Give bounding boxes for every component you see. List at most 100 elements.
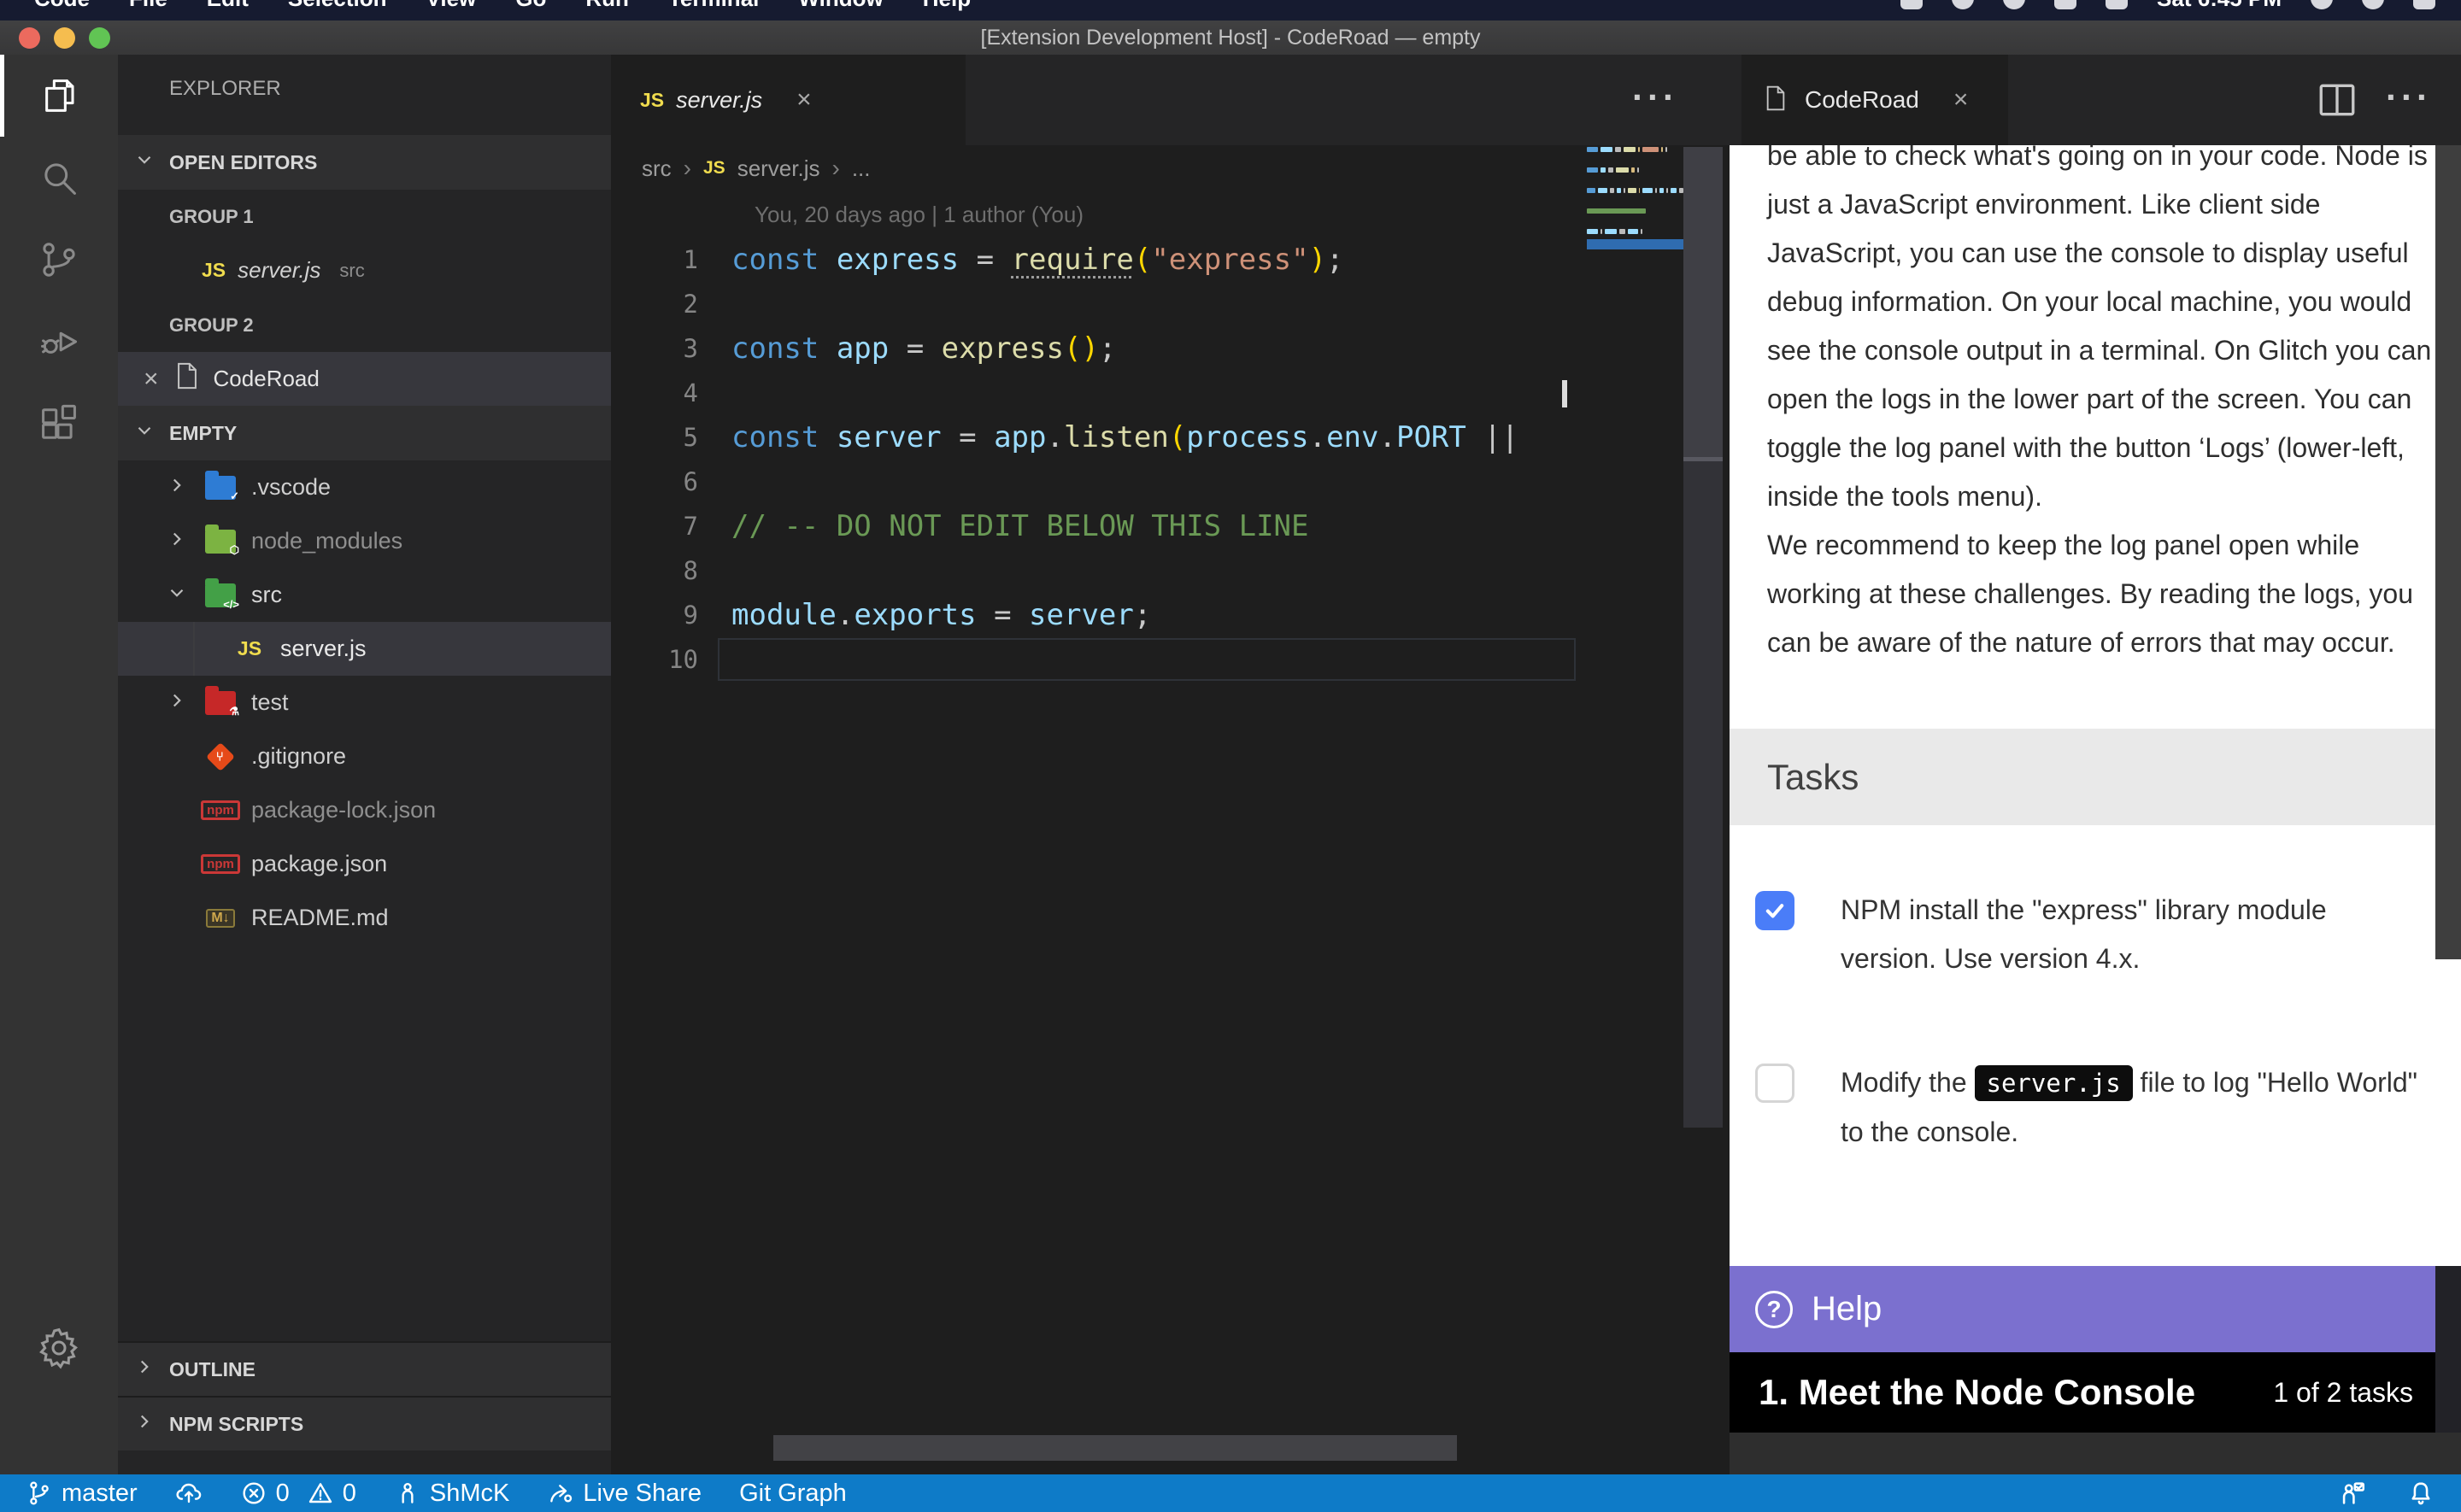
tree-item-src[interactable]: </> src xyxy=(118,568,611,622)
problems-status[interactable]: 0 0 xyxy=(240,1480,356,1508)
menu-item-edit[interactable]: Edit xyxy=(207,0,249,12)
menubar-status-icon[interactable] xyxy=(2054,0,2076,9)
tree-item-serverjs[interactable]: JS server.js xyxy=(118,622,611,676)
menubar-clock[interactable]: Sat 6:45 PM xyxy=(2157,0,2282,12)
git-branch-status[interactable]: master xyxy=(26,1480,138,1508)
code-line[interactable]: 9module.exports = server; xyxy=(611,593,1730,637)
open-editor-item-serverjs[interactable]: JS server.js src xyxy=(118,243,611,297)
menubar-status-icon[interactable] xyxy=(1900,0,1923,9)
outline-section-header[interactable]: OUTLINE xyxy=(118,1341,611,1396)
run-debug-icon[interactable] xyxy=(0,301,118,383)
minimap-line xyxy=(1587,188,1683,193)
settings-gear-icon[interactable] xyxy=(0,1307,118,1389)
open-editors-header[interactable]: OPEN EDITORS xyxy=(118,135,611,190)
breadcrumb-file[interactable]: server.js xyxy=(737,155,820,182)
help-bar[interactable]: ? Help xyxy=(1730,1266,2461,1352)
menu-item-code[interactable]: Code xyxy=(34,0,90,12)
code-line[interactable]: 7// -- DO NOT EDIT BELOW THIS LINE xyxy=(611,504,1730,548)
code-line[interactable]: 1const express = require("express"); xyxy=(611,237,1730,282)
close-icon[interactable]: × xyxy=(144,365,159,394)
tree-item-vscode[interactable]: ✓ .vscode xyxy=(118,460,611,514)
panel-bottom-strip xyxy=(1730,1433,2461,1474)
code-text: const server = app.listen(process.env.PO… xyxy=(731,420,1518,454)
menubar-siri-icon[interactable] xyxy=(2362,0,2384,9)
tree-item-test[interactable]: ⚗ test xyxy=(118,676,611,730)
indent-guide xyxy=(193,622,195,676)
tree-item-package-json[interactable]: npm package.json xyxy=(118,837,611,891)
line-number: 9 xyxy=(611,601,698,630)
breadcrumb-folder[interactable]: src xyxy=(642,155,672,182)
tab-label: server.js xyxy=(676,87,762,114)
menu-item-run[interactable]: Run xyxy=(585,0,629,12)
menubar-status-icon[interactable] xyxy=(1952,0,1974,9)
vscode-folder-icon: ✓ xyxy=(203,473,238,502)
menu-item-help[interactable]: Help xyxy=(923,0,971,12)
tree-item-node-modules[interactable]: ⬡ node_modules xyxy=(118,514,611,568)
check-icon xyxy=(1763,899,1787,923)
more-actions-icon[interactable]: ··· xyxy=(2386,55,2432,145)
search-icon[interactable] xyxy=(0,137,118,219)
close-icon[interactable]: × xyxy=(796,85,812,114)
tree-item-readme[interactable]: M↓ README.md xyxy=(118,891,611,945)
menubar-status-icon[interactable] xyxy=(2003,0,2025,9)
menu-item-view[interactable]: View xyxy=(426,0,477,12)
code-line[interactable]: 10 xyxy=(611,637,1730,682)
code-line[interactable]: 8 xyxy=(611,548,1730,593)
person-icon xyxy=(394,1480,421,1507)
line-number: 1 xyxy=(611,245,698,274)
menu-item-file[interactable]: File xyxy=(129,0,167,12)
liveshare-button[interactable]: Live Share xyxy=(547,1480,702,1508)
code-line[interactable]: 5const server = app.listen(process.env.P… xyxy=(611,415,1730,460)
chevron-right-icon xyxy=(166,689,188,716)
more-actions-icon[interactable]: ··· xyxy=(1632,55,1678,145)
task-checkbox-checked[interactable] xyxy=(1755,891,1794,930)
open-editor-item-coderoad[interactable]: × CodeRoad xyxy=(118,352,611,406)
minimap-line xyxy=(1587,167,1683,173)
breadcrumb-separator: › xyxy=(684,155,691,182)
code-line[interactable]: 6 xyxy=(611,460,1730,504)
git-graph-button[interactable]: Git Graph xyxy=(739,1480,847,1508)
horizontal-scrollbar-thumb[interactable] xyxy=(773,1435,1457,1461)
close-icon[interactable]: × xyxy=(1953,85,1969,114)
minimap[interactable] xyxy=(1587,147,1683,249)
sync-status[interactable] xyxy=(175,1480,203,1507)
liveshare-account-status[interactable]: ShMcK xyxy=(394,1480,509,1508)
menubar-spotlight-icon[interactable] xyxy=(2311,0,2333,9)
menu-item-selection[interactable]: Selection xyxy=(288,0,387,12)
extensions-icon[interactable] xyxy=(0,383,118,465)
editor-scrollbar-thumb[interactable] xyxy=(1683,147,1723,461)
window-title-bar[interactable]: [Extension Development Host] - CodeRoad … xyxy=(0,21,2461,55)
workspace-folder-header[interactable]: EMPTY xyxy=(118,406,611,460)
webview-scrollbar-thumb[interactable] xyxy=(2435,145,2461,959)
code-line[interactable]: 2 xyxy=(611,282,1730,326)
explorer-icon[interactable] xyxy=(0,55,118,137)
npm-scripts-section-header[interactable]: NPM SCRIPTS xyxy=(118,1396,611,1450)
code-line[interactable]: 3const app = express(); xyxy=(611,326,1730,371)
menubar-battery-icon[interactable] xyxy=(2106,0,2128,9)
editor-scrollbar[interactable] xyxy=(1683,147,1723,1128)
node-modules-folder-icon: ⬡ xyxy=(203,527,238,556)
task-checkbox-unchecked[interactable] xyxy=(1755,1064,1794,1103)
notifications-bell-icon[interactable] xyxy=(2406,1479,2435,1508)
breadcrumb[interactable]: src › JS server.js › ... xyxy=(611,145,1730,191)
markdown-icon: M↓ xyxy=(203,904,238,933)
window-title: [Extension Development Host] - CodeRoad … xyxy=(0,21,2461,55)
menu-item-window[interactable]: Window xyxy=(798,0,883,12)
tab-coderoad[interactable]: CodeRoad × xyxy=(1741,55,2008,145)
minimap-current-line xyxy=(1587,239,1683,249)
source-control-icon[interactable] xyxy=(0,219,118,301)
feedback-person-icon[interactable] xyxy=(2338,1479,2367,1508)
split-editor-icon[interactable] xyxy=(2316,79,2358,126)
menu-item-go[interactable]: Go xyxy=(515,0,546,12)
tree-item-package-lock[interactable]: npm package-lock.json xyxy=(118,783,611,837)
lesson-progress-bar[interactable]: 1. Meet the Node Console 1 of 2 tasks xyxy=(1730,1352,2461,1433)
editor-tab-bar: JS server.js × ··· xyxy=(611,55,1730,145)
open-editor-label: CodeRoad xyxy=(214,366,320,392)
lesson-paragraph: be able to check what's going on in your… xyxy=(1767,145,2437,521)
tree-item-gitignore[interactable]: ⑂ .gitignore xyxy=(118,730,611,783)
menu-item-terminal[interactable]: Terminal xyxy=(668,0,759,12)
explorer-sidebar: EXPLORER OPEN EDITORS GROUP 1 JS server.… xyxy=(118,55,611,1474)
tab-serverjs[interactable]: JS server.js × xyxy=(611,55,966,145)
breadcrumb-symbol[interactable]: ... xyxy=(852,155,871,182)
menubar-control-center-icon[interactable] xyxy=(2413,0,2435,9)
